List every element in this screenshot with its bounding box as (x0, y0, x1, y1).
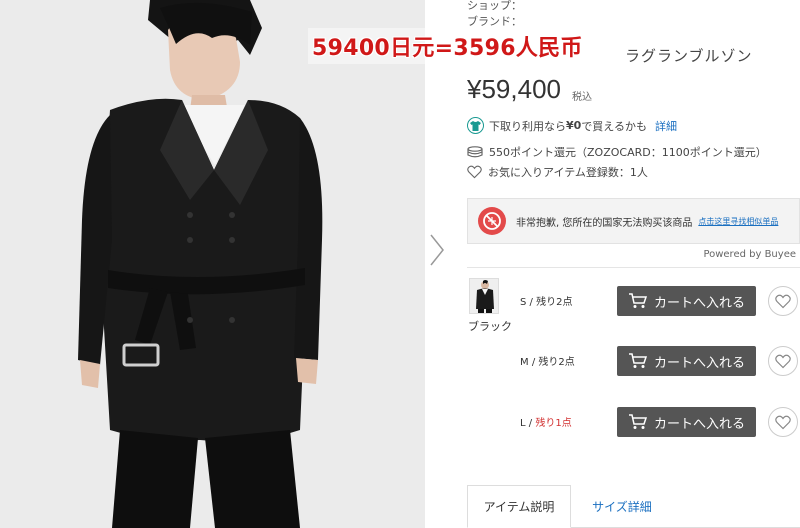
product-tabs: アイテム説明 サイズ詳細 (467, 485, 800, 528)
cart-icon (628, 293, 648, 308)
tab-size-details[interactable]: サイズ詳細 (587, 485, 657, 528)
add-to-cart-button-l[interactable]: カートへ入れる (617, 407, 756, 437)
notice-text: 非常抱歉, 您所在的国家无法购买该商品 (516, 217, 693, 229)
purchase-restriction-notice: 非常抱歉, 您所在的国家无法购买该商品 点击这里寻找相似单品 (467, 198, 800, 244)
color-name: ブラック (468, 320, 512, 333)
favorites-row: お気に入りアイテム登録数：1人 (467, 164, 648, 180)
brand-label: ブランド： (467, 15, 522, 28)
cart-icon (628, 353, 648, 368)
add-to-cart-button-m[interactable]: カートへ入れる (617, 346, 756, 376)
points-row: 550ポイント還元（ZOZOCARD：1100ポイント還元） (467, 144, 767, 160)
heart-icon (467, 165, 482, 179)
coins-icon (467, 146, 483, 158)
trade-in-detail-link[interactable]: 詳細 (655, 118, 677, 134)
powered-by-label: Powered by Buyee (703, 249, 796, 260)
stock-label: 残り2点 (536, 297, 573, 308)
cart-icon (628, 414, 648, 429)
size-label: M (520, 357, 529, 368)
product-price: ¥59,400 (467, 74, 561, 104)
size-row-m: M / 残り2点 (520, 357, 575, 368)
favorite-button-s[interactable] (768, 286, 798, 316)
size-label: S (520, 297, 527, 308)
size-label: L (520, 418, 526, 429)
similar-items-link[interactable]: 点击这里寻找相似单品 (698, 216, 778, 227)
no-entry-icon (478, 207, 506, 235)
product-name: ラグランブルゾン (625, 47, 753, 65)
divider (467, 267, 800, 268)
points-text: 550ポイント還元（ZOZOCARD：1100ポイント還元） (489, 146, 767, 159)
heart-icon (775, 354, 791, 368)
add-to-cart-button-s[interactable]: カートへ入れる (617, 286, 756, 316)
cart-button-label: カートへ入れる (653, 416, 745, 432)
shirt-icon (467, 117, 484, 134)
heart-icon (775, 415, 791, 429)
next-image-chevron-icon[interactable] (428, 232, 446, 268)
color-thumbnail[interactable] (469, 278, 499, 314)
heart-icon (775, 294, 791, 308)
favorite-button-m[interactable] (768, 346, 798, 376)
size-row-l: L / 残り1点 (520, 418, 572, 429)
tab-item-description[interactable]: アイテム説明 (467, 485, 571, 528)
product-photo (0, 0, 425, 528)
tax-label: 税込 (572, 92, 592, 103)
price-conversion-overlay: 59400日元=3596人民币 (308, 28, 587, 64)
favorite-button-l[interactable] (768, 407, 798, 437)
cart-button-label: カートへ入れる (653, 295, 745, 311)
trade-in-row: 下取り利用なら ¥0 で買えるかも 詳細 (467, 117, 677, 134)
size-row-s: S / 残り2点 (520, 297, 573, 308)
stock-label-low: 残り1点 (535, 418, 572, 429)
trade-in-suffix: で買えるかも (581, 119, 647, 133)
trade-in-value: ¥0 (566, 119, 582, 132)
shop-label: ショップ： (467, 0, 522, 12)
stock-label: 残り2点 (538, 357, 575, 368)
favorites-text: お気に入りアイテム登録数：1人 (488, 166, 648, 179)
cart-button-label: カートへ入れる (653, 355, 745, 371)
model-illustration (0, 0, 425, 528)
trade-in-text: 下取り利用なら (489, 119, 566, 133)
